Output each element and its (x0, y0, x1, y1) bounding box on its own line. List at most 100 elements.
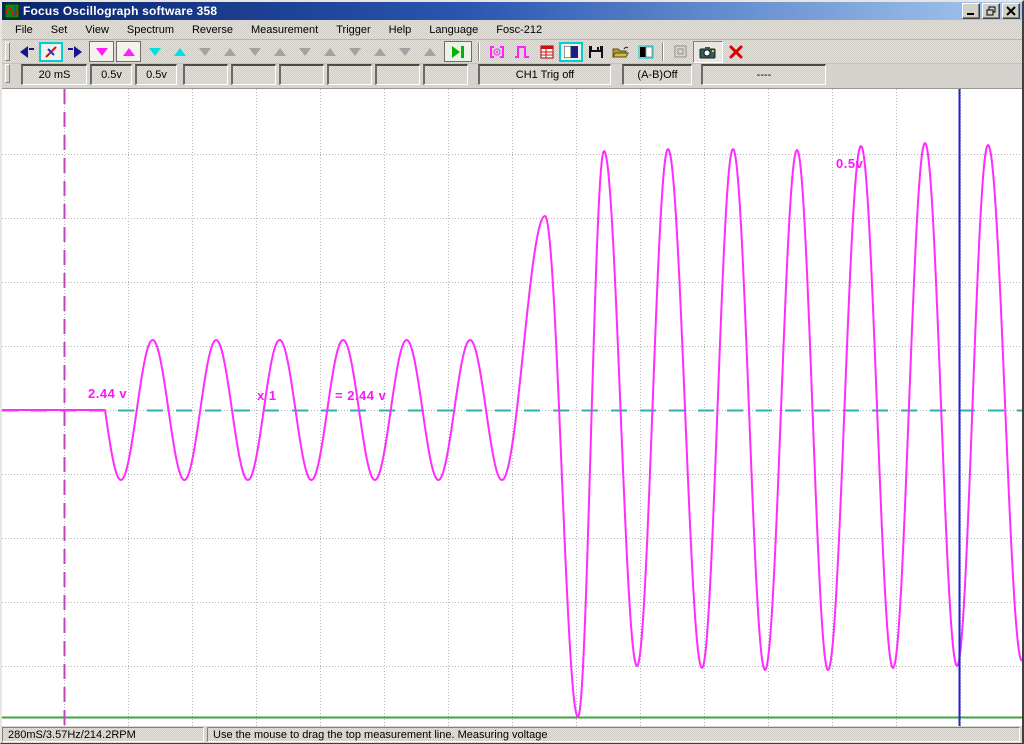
status-bar: 280mS/3.57Hz/214.2RPM Use the mouse to d… (2, 726, 1022, 743)
contrast-icon (638, 45, 654, 59)
minimize-button[interactable] (962, 3, 980, 19)
measurement-multiplier-label: x 1 (257, 388, 277, 403)
menu-view[interactable]: View (76, 22, 118, 38)
ch5-shift-down-button[interactable] (292, 42, 317, 62)
open-file-button[interactable] (608, 42, 633, 62)
toolbar-panel-empty[interactable] (327, 64, 372, 85)
toolbar-panel-trigger-status[interactable]: CH1 Trig off (478, 64, 611, 85)
measurement-value-label: 2.44 v (88, 386, 127, 401)
toolbar-panel-misc-status[interactable]: ---- (701, 64, 826, 85)
toolbar-panel-ch2-volts[interactable]: 0.5v (135, 64, 177, 85)
ch2-shift-up-button[interactable] (167, 42, 192, 62)
chx-down-icon (348, 46, 362, 58)
ch7-shift-down-button[interactable] (392, 42, 417, 62)
step-left-icon (18, 44, 36, 60)
snapshot-button[interactable] (693, 41, 723, 63)
single-pulse-button[interactable] (509, 42, 534, 62)
copy-button-disabled[interactable] (668, 42, 693, 62)
ch7-shift-up-button[interactable] (417, 42, 442, 62)
ch4-shift-up-button[interactable] (267, 42, 292, 62)
toolbar-grip[interactable] (5, 42, 10, 61)
contrast-button[interactable] (633, 42, 658, 62)
status-hint: Use the mouse to drag the top measuremen… (207, 727, 1020, 742)
toolbar-panel-ab-status[interactable]: (A-B)Off (622, 64, 692, 85)
menu-set[interactable]: Set (42, 22, 77, 38)
toolbar-panel-empty[interactable] (375, 64, 420, 85)
save-button[interactable] (583, 42, 608, 62)
menu-fosc-212[interactable]: Fosc-212 (487, 22, 551, 38)
chx-up-icon (223, 46, 237, 58)
run-pause-button[interactable] (444, 41, 472, 62)
menu-help[interactable]: Help (380, 22, 421, 38)
menu-spectrum[interactable]: Spectrum (118, 22, 183, 38)
ch3-shift-up-button[interactable] (217, 42, 242, 62)
readout-toolbar: 20 mS 0.5v 0.5v CH1 Trig off (A-B)Off --… (2, 63, 1022, 89)
close-button[interactable] (1002, 3, 1020, 19)
exit-icon (728, 45, 744, 59)
toolbar-panel-empty[interactable] (423, 64, 468, 85)
ch1-up-icon (122, 46, 136, 58)
chx-down-icon (248, 46, 262, 58)
step-right-button[interactable] (63, 42, 88, 62)
ch6-shift-up-button[interactable] (367, 42, 392, 62)
data-table-icon (539, 45, 555, 59)
channel-scale-label: 0.5v (836, 156, 863, 171)
menu-language[interactable]: Language (420, 22, 487, 38)
toolbar-grip[interactable] (5, 64, 10, 83)
ch1-shift-up-button[interactable] (116, 41, 141, 62)
scope-plot-area[interactable]: 2.44 v x 1 = 2.44 v 0.5v (2, 88, 1022, 726)
cursor-tool-icon (44, 46, 58, 58)
toolbar-panel-timebase[interactable]: 20 mS (21, 64, 87, 85)
menu-reverse[interactable]: Reverse (183, 22, 242, 38)
record-button[interactable] (484, 42, 509, 62)
exit-button[interactable] (723, 42, 748, 62)
menu-file[interactable]: File (6, 22, 42, 38)
toolbar-separator (662, 43, 664, 61)
toolbar-panel-empty[interactable] (279, 64, 324, 85)
restore-icon (986, 6, 996, 16)
measurement-result-label: = 2.44 v (335, 388, 386, 403)
chx-up-icon (323, 46, 337, 58)
record-icon (489, 45, 505, 59)
run-pause-icon (450, 45, 466, 59)
data-table-button[interactable] (534, 42, 559, 62)
chx-up-icon (423, 46, 437, 58)
ch4-shift-down-button[interactable] (242, 42, 267, 62)
split-view-icon (564, 46, 578, 58)
scope-grid (2, 89, 1022, 726)
ch1-down-icon (95, 46, 109, 58)
ch1-shift-down-button[interactable] (89, 41, 114, 62)
ch3-shift-down-button[interactable] (192, 42, 217, 62)
chx-up-icon (373, 46, 387, 58)
restore-button[interactable] (982, 3, 1000, 19)
ch2-down-icon (148, 46, 162, 58)
scope-canvas[interactable] (2, 89, 1022, 726)
split-view-button[interactable] (559, 42, 583, 62)
waveform-trace (2, 143, 1022, 717)
menu-measurement[interactable]: Measurement (242, 22, 327, 38)
ch2-shift-down-button[interactable] (142, 42, 167, 62)
ch2-up-icon (173, 46, 187, 58)
toolbar-panel-empty[interactable] (183, 64, 228, 85)
snapshot-icon (699, 45, 717, 59)
status-readout: 280mS/3.57Hz/214.2RPM (2, 727, 204, 742)
menu-trigger[interactable]: Trigger (327, 22, 379, 38)
cursor-tool-button[interactable] (39, 42, 63, 62)
toolbar-separator (478, 43, 480, 61)
open-folder-icon (612, 45, 630, 59)
step-right-icon (67, 44, 85, 60)
close-icon (1006, 6, 1016, 16)
pulse-icon (514, 45, 530, 59)
chx-up-icon (273, 46, 287, 58)
title-bar: Focus Oscillograph software 358 (2, 2, 1022, 20)
save-icon (588, 45, 604, 59)
chx-down-icon (398, 46, 412, 58)
chx-down-icon (298, 46, 312, 58)
toolbar-panel-empty[interactable] (231, 64, 276, 85)
ch6-shift-down-button[interactable] (342, 42, 367, 62)
copy-icon (673, 45, 689, 59)
ch5-shift-up-button[interactable] (317, 42, 342, 62)
step-left-button[interactable] (14, 42, 39, 62)
window-title: Focus Oscillograph software 358 (23, 4, 217, 18)
toolbar-panel-ch1-volts[interactable]: 0.5v (90, 64, 132, 85)
